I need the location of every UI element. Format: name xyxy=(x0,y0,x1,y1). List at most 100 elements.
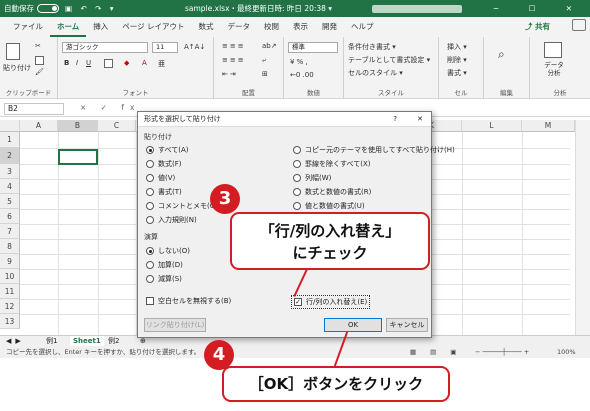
format-cells-button[interactable]: 書式 ▾ xyxy=(447,68,467,78)
sheet-tab-1[interactable]: 例1 xyxy=(46,336,57,346)
tab-developer[interactable]: 開発 xyxy=(315,19,344,37)
row-header[interactable]: 1 xyxy=(0,132,20,148)
tab-page-layout[interactable]: ページ レイアウト xyxy=(115,19,191,37)
font-size-select[interactable]: 11 xyxy=(152,42,178,53)
formula-icons[interactable]: × ✓ fx xyxy=(80,103,140,112)
radio-icon[interactable] xyxy=(146,275,154,283)
radio-paste-theme[interactable]: コピー元のテーマを使用してすべて貼り付け(H) xyxy=(293,145,455,155)
radio-paste-formats[interactable]: 書式(T) xyxy=(146,187,182,197)
underline-icon[interactable]: U xyxy=(86,59,91,67)
checkbox-transpose[interactable]: ✓ 行/列の入れ替え(E) xyxy=(291,295,371,309)
radio-paste-value-number-formats[interactable]: 値と数値の書式(U) xyxy=(293,201,365,211)
font-grow-icon[interactable]: A↑A↓ xyxy=(184,43,205,51)
radio-paste-values[interactable]: 値(V) xyxy=(146,173,175,183)
radio-icon[interactable] xyxy=(146,146,154,154)
radio-icon[interactable] xyxy=(146,160,154,168)
radio-icon[interactable] xyxy=(146,174,154,182)
paste-link-button[interactable]: リンク貼り付け(L) xyxy=(144,318,206,332)
phonetic-icon[interactable]: 亜 xyxy=(158,59,165,69)
horizontal-align-icons[interactable]: ≡≡≡ xyxy=(222,56,246,64)
document-title[interactable]: sample.xlsx・最終更新日時: 昨日 20:38 ▾ xyxy=(185,3,332,14)
data-analysis-label[interactable]: データ分析 xyxy=(542,61,566,77)
indent-icons[interactable]: ⇤⇥ xyxy=(222,70,238,78)
tab-file[interactable]: ファイル xyxy=(6,19,50,37)
tab-home[interactable]: ホーム xyxy=(50,19,87,37)
row-header[interactable]: 12 xyxy=(0,299,20,314)
row-header[interactable]: 2 xyxy=(0,148,20,164)
zoom-level[interactable]: 100% xyxy=(557,346,576,358)
cut-icon[interactable]: ✂ xyxy=(35,42,41,50)
checkbox-checked-icon[interactable]: ✓ xyxy=(294,298,302,306)
format-as-table-button[interactable]: テーブルとして書式設定 ▾ xyxy=(348,55,430,65)
paste-label[interactable]: 貼り付け xyxy=(3,63,31,73)
radio-op-subtract[interactable]: 減算(S) xyxy=(146,274,182,284)
fill-color-icon[interactable]: ◆ xyxy=(124,59,129,67)
radio-paste-column-widths[interactable]: 列幅(W) xyxy=(293,173,331,183)
bold-icon[interactable]: B xyxy=(64,59,69,67)
vertical-scrollbar[interactable] xyxy=(575,120,590,335)
orientation-icon[interactable]: ab↗ xyxy=(262,42,277,50)
number-format-select[interactable]: 標準 xyxy=(288,42,338,53)
help-icon[interactable]: ? xyxy=(393,112,397,127)
italic-icon[interactable]: I xyxy=(76,59,78,67)
autosave-toggle[interactable] xyxy=(37,4,59,13)
view-mode-icons[interactable]: ▦▤▣ xyxy=(410,346,470,358)
name-box[interactable]: B2 xyxy=(4,103,64,115)
radio-icon[interactable] xyxy=(293,146,301,154)
radio-icon[interactable] xyxy=(293,202,301,210)
comments-icon[interactable] xyxy=(572,19,586,31)
cancel-button[interactable]: キャンセル xyxy=(386,318,428,332)
font-color-icon[interactable]: A xyxy=(142,59,147,67)
radio-paste-formula-number-formats[interactable]: 数式と数値の書式(R) xyxy=(293,187,371,197)
wrap-text-icon[interactable]: ⤶ xyxy=(262,56,266,65)
radio-icon[interactable] xyxy=(146,202,154,210)
sheet-tab-3[interactable]: 例2 xyxy=(108,336,119,346)
radio-icon[interactable] xyxy=(146,216,154,224)
row-header[interactable]: 5 xyxy=(0,194,20,209)
user-account[interactable] xyxy=(372,4,462,13)
row-header[interactable]: 6 xyxy=(0,209,20,224)
row-header[interactable]: 4 xyxy=(0,179,20,194)
row-header[interactable]: 3 xyxy=(0,164,20,179)
insert-cells-button[interactable]: 挿入 ▾ xyxy=(447,42,467,52)
decimal-icons[interactable]: ←0 .00 xyxy=(290,71,314,79)
radio-op-none[interactable]: しない(O) xyxy=(146,246,190,256)
checkbox-icon[interactable] xyxy=(146,297,154,305)
radio-icon[interactable] xyxy=(146,188,154,196)
row-header[interactable]: 7 xyxy=(0,224,20,239)
border-icon[interactable] xyxy=(104,59,113,68)
radio-icon[interactable] xyxy=(293,160,301,168)
tab-view[interactable]: 表示 xyxy=(286,19,315,37)
cell-styles-button[interactable]: セルのスタイル ▾ xyxy=(348,68,403,78)
checkbox-skip-blanks[interactable]: 空白セルを無視する(B) xyxy=(146,296,231,306)
select-all-corner[interactable] xyxy=(0,120,20,132)
column-header[interactable]: C xyxy=(98,120,136,132)
row-header[interactable]: 9 xyxy=(0,254,20,269)
selected-cell-b2[interactable] xyxy=(58,149,98,165)
radio-op-add[interactable]: 加算(D) xyxy=(146,260,183,270)
radio-icon[interactable] xyxy=(293,188,301,196)
tab-help[interactable]: ヘルプ xyxy=(344,19,381,37)
radio-icon[interactable] xyxy=(293,174,301,182)
radio-icon[interactable] xyxy=(146,261,154,269)
tab-formulas[interactable]: 数式 xyxy=(192,19,221,37)
tab-data[interactable]: データ xyxy=(221,19,258,37)
column-header[interactable]: L xyxy=(462,120,522,132)
conditional-format-button[interactable]: 条件付き書式 ▾ xyxy=(348,42,396,52)
radio-icon[interactable] xyxy=(146,247,154,255)
format-painter-icon[interactable]: 🖌 xyxy=(35,68,44,76)
column-header[interactable]: B xyxy=(58,120,98,132)
column-header[interactable]: A xyxy=(20,120,58,132)
sheet-nav-arrows[interactable]: ◀▶ xyxy=(6,336,25,346)
radio-paste-comments[interactable]: コメントとメモ(C) xyxy=(146,201,217,211)
tab-review[interactable]: 校閲 xyxy=(257,19,286,37)
delete-cells-button[interactable]: 削除 ▾ xyxy=(447,55,467,65)
copy-icon[interactable] xyxy=(35,56,44,65)
row-header[interactable]: 13 xyxy=(0,314,20,329)
search-icon[interactable]: ⌕ xyxy=(498,47,505,62)
radio-paste-no-borders[interactable]: 罫線を除くすべて(X) xyxy=(293,159,371,169)
data-analysis-icon[interactable] xyxy=(544,42,562,58)
radio-paste-all[interactable]: すべて(A) xyxy=(146,145,188,155)
share-button[interactable]: ⤴ 共有 xyxy=(525,21,550,32)
radio-paste-formulas[interactable]: 数式(F) xyxy=(146,159,182,169)
